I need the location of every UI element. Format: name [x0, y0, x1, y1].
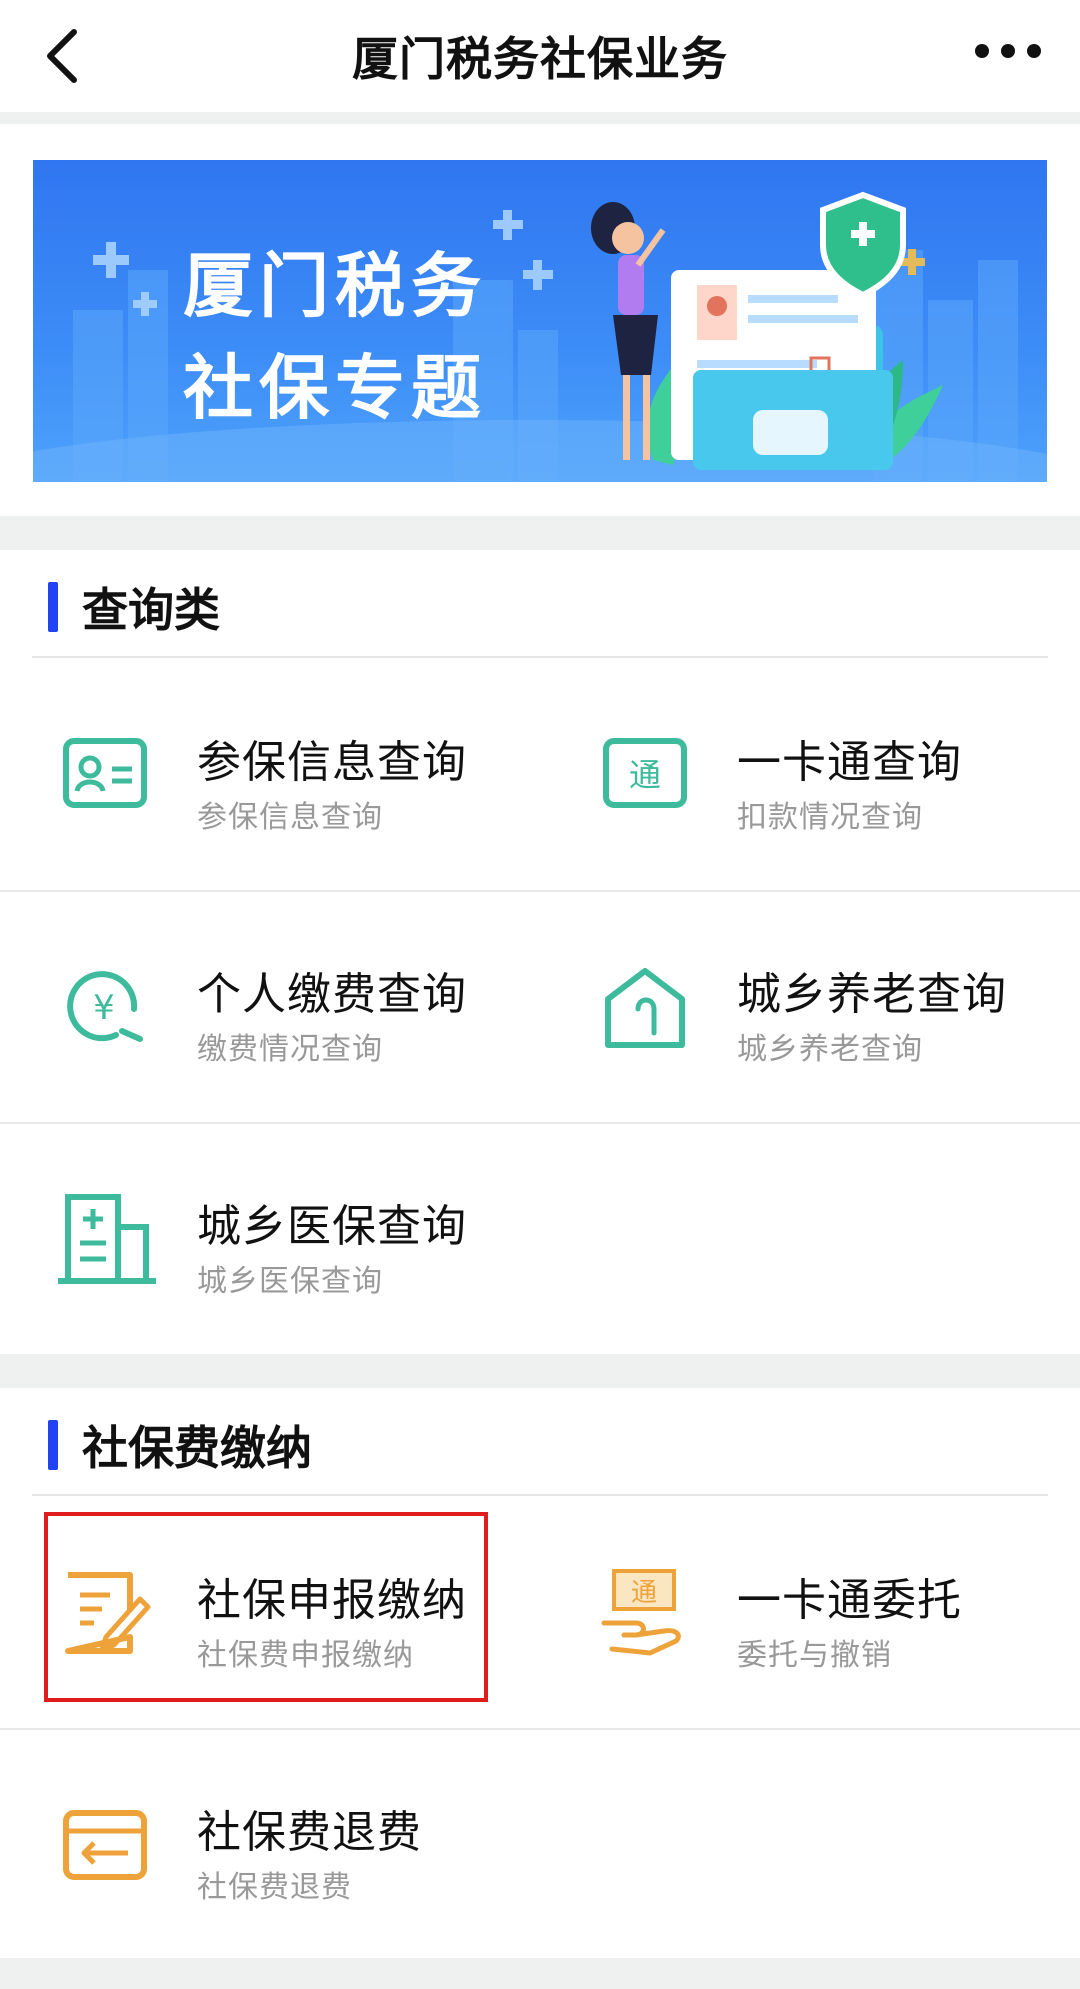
item-title: 社保申报缴纳 [197, 1575, 467, 1626]
banner-section: 厦门税务 社保专题 [0, 124, 1080, 516]
item-subtitle: 委托与撤销 [737, 1638, 892, 1673]
card-entrust-item[interactable]: 通 一卡通委托 委托与撤销 [540, 1498, 1080, 1728]
page-title: 厦门税务社保业务 [352, 32, 728, 86]
section-title: 查询类 [82, 583, 220, 637]
item-title: 城乡医保查询 [197, 1201, 467, 1252]
grid-row: 社保费退费 社保费退费 [0, 1730, 1080, 1962]
house-cane-icon [605, 968, 685, 1048]
yuan-search-icon: ¥ [67, 971, 143, 1042]
item-title: 一卡通查询 [737, 737, 962, 788]
section-accent-bar [48, 1420, 58, 1470]
query-section: 查询类 参保信息查询 参保信息查询 通 一卡通查询 扣款情况查询 ¥ 个人缴费查… [0, 550, 1080, 1354]
hand-tong-icon: 通 [601, 1569, 681, 1656]
section-header: 社保费缴纳 [0, 1388, 1080, 1496]
refund-card-icon [63, 1810, 147, 1880]
icon-glyph: 通 [629, 756, 661, 794]
pension-query-item[interactable]: 城乡养老查询 城乡养老查询 [540, 892, 1080, 1122]
item-title: 个人缴费查询 [197, 969, 467, 1020]
icon-glyph: ¥ [93, 988, 115, 1028]
banner-title-line2: 社保专题 [183, 347, 487, 429]
section-title: 社保费缴纳 [82, 1421, 312, 1475]
payment-section: 社保费缴纳 社保申报缴纳 社保费申报缴纳 通 一卡通委托 委托与撤销 社保费退费… [0, 1388, 1080, 1958]
item-subtitle: 城乡医保查询 [197, 1264, 383, 1299]
divider [32, 1494, 1048, 1496]
edit-doc-icon [65, 1572, 151, 1654]
section-accent-bar [48, 582, 58, 632]
promo-banner[interactable]: 厦门税务 社保专题 [33, 160, 1047, 482]
refund-item[interactable]: 社保费退费 社保费退费 [0, 1730, 540, 1960]
item-subtitle: 城乡养老查询 [737, 1032, 923, 1067]
hospital-icon [58, 1194, 156, 1284]
grid-row: 参保信息查询 参保信息查询 通 一卡通查询 扣款情况查询 [0, 660, 1080, 892]
back-arrow-icon[interactable] [40, 24, 84, 88]
banner-title-line1: 厦门税务 [183, 245, 487, 327]
grid-row: 城乡医保查询 城乡医保查询 [0, 1124, 1080, 1356]
item-subtitle: 社保费退费 [197, 1870, 352, 1905]
declare-pay-item[interactable]: 社保申报缴纳 社保费申报缴纳 [0, 1498, 540, 1728]
item-subtitle: 扣款情况查询 [737, 800, 923, 835]
grid-row: ¥ 个人缴费查询 缴费情况查询 城乡养老查询 城乡养老查询 [0, 892, 1080, 1124]
grid-row: 社保申报缴纳 社保费申报缴纳 通 一卡通委托 委托与撤销 [0, 1498, 1080, 1730]
card-query-item[interactable]: 通 一卡通查询 扣款情况查询 [540, 660, 1080, 890]
item-title: 一卡通委托 [737, 1575, 962, 1626]
item-title: 参保信息查询 [197, 737, 467, 788]
more-options-icon[interactable] [972, 36, 1044, 66]
icon-glyph: 通 [631, 1578, 657, 1608]
personal-payment-query-item[interactable]: ¥ 个人缴费查询 缴费情况查询 [0, 892, 540, 1122]
item-title: 社保费退费 [197, 1807, 422, 1858]
item-subtitle: 缴费情况查询 [197, 1032, 383, 1067]
item-subtitle: 社保费申报缴纳 [197, 1638, 414, 1673]
top-nav-bar: 厦门税务社保业务 [0, 0, 1080, 112]
tong-badge-icon: 通 [603, 738, 687, 808]
insurance-info-query-item[interactable]: 参保信息查询 参保信息查询 [0, 660, 540, 890]
item-title: 城乡养老查询 [737, 969, 1007, 1020]
section-header: 查询类 [0, 550, 1080, 658]
divider [32, 656, 1048, 658]
id-card-icon [63, 738, 147, 808]
item-subtitle: 参保信息查询 [197, 800, 383, 835]
medical-insurance-query-item[interactable]: 城乡医保查询 城乡医保查询 [0, 1124, 540, 1354]
